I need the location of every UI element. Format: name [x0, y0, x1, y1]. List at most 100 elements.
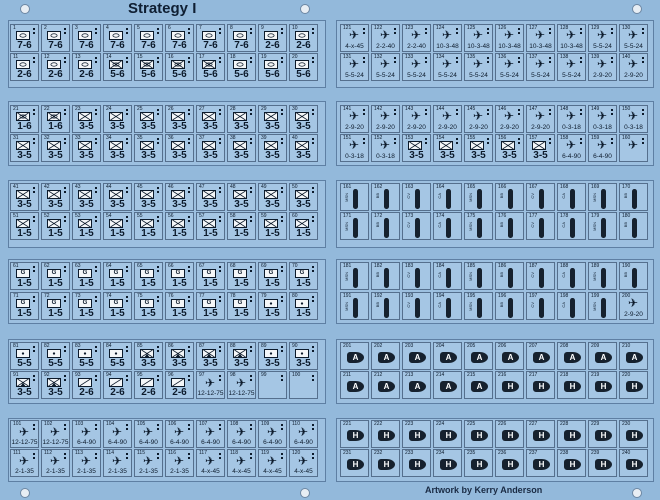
unit-counter: 4 7-6 [103, 24, 132, 52]
unit-counter: 139 ✈ 2-9-20 [588, 53, 617, 81]
combat-factors: 10-3-48 [498, 43, 521, 50]
unit-counter: 15 5-6 [134, 53, 163, 81]
step-dots-icon [363, 138, 367, 144]
aircraft-icon: ✈ [628, 28, 639, 42]
unit-counter: 19 5-6 [258, 53, 287, 81]
counter-number: 236 [498, 450, 507, 456]
counter-number: 162 [374, 184, 383, 190]
infantry-armor-symbol-icon [171, 60, 185, 69]
aircraft-icon: ✈ [566, 57, 577, 71]
ship-type-label: BB [499, 272, 504, 278]
warship-icon [353, 298, 358, 318]
unit-counter: 233 H [402, 449, 431, 477]
combat-factors: 5-6 [234, 69, 249, 80]
unit-counter: 1 7-6 [10, 24, 39, 52]
step-dots-icon [64, 109, 68, 115]
bomb-icon: H [626, 430, 643, 441]
infantry-symbol-icon [171, 141, 185, 150]
bomb-icon: H [471, 430, 488, 441]
infantry-armor-symbol-icon [47, 112, 61, 121]
infantry-symbol-icon [78, 219, 92, 228]
combat-factors: 2-9-20 [376, 124, 395, 131]
step-dots-icon [64, 187, 68, 193]
unit-counter: 31 3-5 [10, 134, 39, 162]
aircraft-icon: ✈ [349, 109, 360, 123]
registration-hole [632, 488, 642, 498]
bomb-icon: H [409, 430, 426, 441]
ship-type-label: MSN [592, 193, 597, 202]
unit-counter: 120 ✈ 4-x-45 [289, 449, 318, 477]
warship-icon [570, 298, 575, 318]
bomb-icon: H [533, 430, 550, 441]
bomb-icon: A [595, 352, 612, 363]
counter-number: 99 [261, 372, 267, 378]
aircraft-icon: ✈ [597, 109, 608, 123]
ship-type-label: MSN [592, 302, 597, 311]
unit-counter: 179 MSN [588, 212, 617, 240]
bomb-icon: H [347, 459, 364, 470]
counter-number: 167 [529, 184, 538, 190]
step-dots-icon [281, 28, 285, 34]
armor-symbol-icon [78, 60, 92, 69]
unit-counter: 186 BB [495, 262, 524, 290]
counter-number: 211 [343, 372, 351, 378]
infantry-symbol-icon [233, 190, 247, 199]
unit-counter: 169 MSN [588, 183, 617, 211]
unit-counter: 235 H [464, 449, 493, 477]
step-dots-icon [219, 424, 223, 430]
armor-symbol-icon [16, 60, 30, 69]
unit-counter: 89 3-5 [258, 342, 287, 370]
step-dots-icon [549, 57, 553, 63]
step-dots-icon [363, 28, 367, 34]
infantry-symbol-icon [295, 112, 309, 121]
combat-factors: 4-x-45 [294, 468, 313, 475]
mountain-symbol-icon [140, 349, 154, 358]
bomb-icon: H [378, 459, 395, 470]
unit-counter: 227 H [526, 420, 555, 448]
combat-factors: 3-5 [203, 121, 218, 132]
ship-type-label: MSN [468, 272, 473, 281]
ship-type-label: MSN [344, 193, 349, 202]
unit-counter: 199 MSN [588, 292, 617, 320]
infantry-symbol-icon [78, 190, 92, 199]
combat-factors: 5-5 [79, 358, 94, 369]
unit-counter: 140 ✈ 2-9-20 [619, 53, 648, 81]
step-dots-icon [126, 216, 130, 222]
combat-factors: 2-9-20 [407, 124, 426, 131]
step-dots-icon [281, 138, 285, 144]
step-dots-icon [642, 138, 646, 144]
unit-counter: 149 ✈ 0-3-18 [588, 105, 617, 133]
combat-factors: 1-5 [172, 308, 187, 319]
unit-counter: 232 H [371, 449, 400, 477]
ship-type-label: BB [623, 272, 628, 278]
unit-counter: 209 A [588, 342, 617, 370]
artwork-credit: Artwork by Kerry Anderson [425, 485, 543, 495]
aircraft-icon: ✈ [349, 57, 360, 71]
warship-icon [632, 268, 637, 288]
combat-factors: 10-3-48 [560, 43, 583, 50]
unit-counter: 10 2-6 [289, 24, 318, 52]
warship-icon [570, 189, 575, 209]
step-dots-icon [250, 266, 254, 272]
counter-number: 225 [467, 421, 476, 427]
combat-factors: 1-5 [110, 308, 125, 319]
hq-symbol-icon [109, 349, 123, 358]
unit-counter: 130 ✈ 5-5-24 [619, 24, 648, 52]
combat-factors: 7-6 [141, 40, 156, 51]
unit-counter: 184 CA [433, 262, 462, 290]
step-dots-icon [518, 138, 522, 144]
infantry-symbol-icon [202, 112, 216, 121]
unit-counter: 200 ✈ 2-9-20 [619, 292, 648, 320]
ship-type-label: CA [437, 193, 442, 199]
combat-factors: 2-1-35 [46, 468, 65, 475]
ship-type-label: MSN [344, 222, 349, 231]
infantry-symbol-icon [47, 219, 61, 228]
aircraft-icon: ✈ [597, 57, 608, 71]
aircraft-icon: ✈ [535, 109, 546, 123]
hq-symbol-icon [47, 349, 61, 358]
step-dots-icon [188, 375, 192, 381]
step-dots-icon [394, 57, 398, 63]
step-dots-icon [33, 187, 37, 193]
unit-counter: 51 1-5 [10, 212, 39, 240]
combat-factors: 2-2-40 [376, 43, 395, 50]
